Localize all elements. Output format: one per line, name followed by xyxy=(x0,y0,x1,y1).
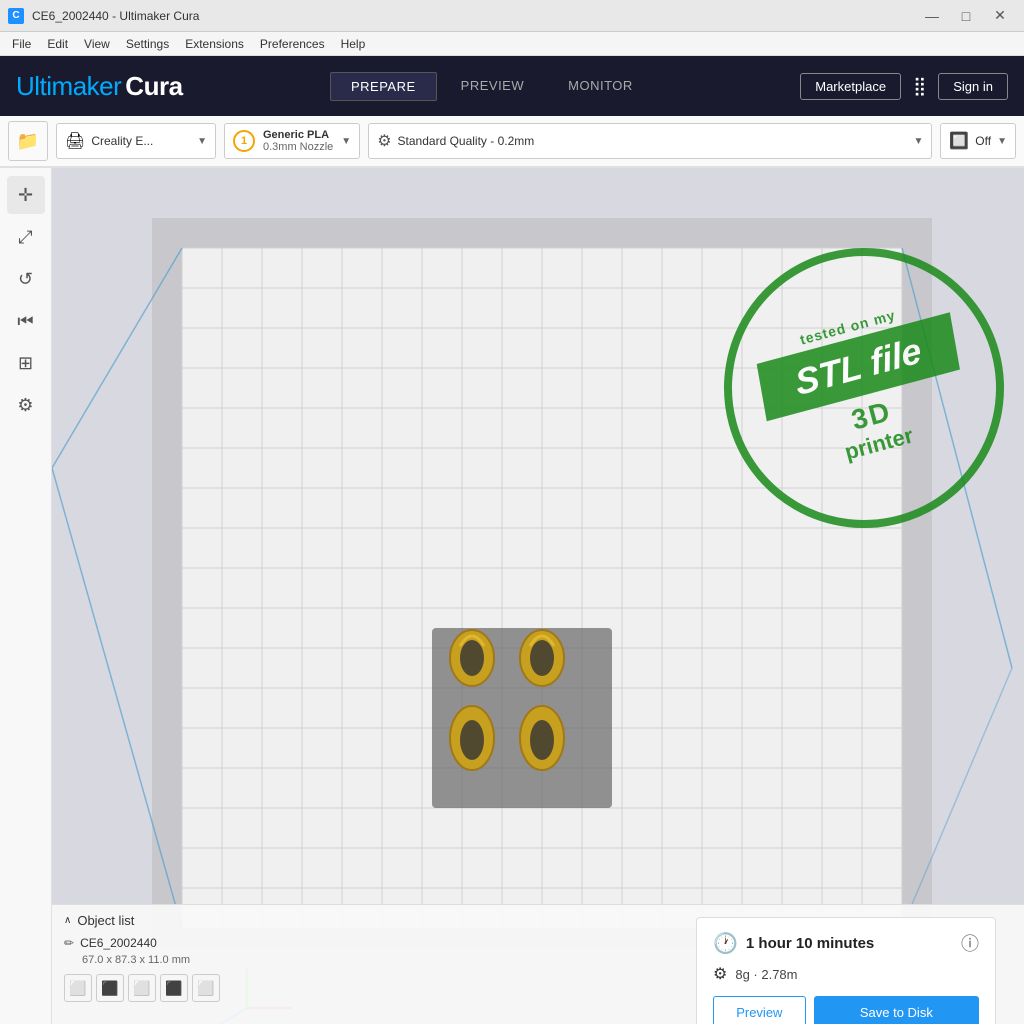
print-actions: Preview Save to Disk xyxy=(713,996,979,1024)
maximize-button[interactable]: □ xyxy=(950,4,982,28)
toolbar: 📁 🖨 Creality E... ▼ 1 Generic PLA 0.3mm … xyxy=(0,116,1024,168)
menu-file[interactable]: File xyxy=(4,35,39,53)
mirror-tool-button[interactable]: ⏮ xyxy=(7,302,45,340)
print-time-row: 🕐 1 hour 10 minutes ⓘ xyxy=(713,930,979,956)
rotate-tool-button[interactable]: ↺ xyxy=(7,260,45,298)
move-icon: ✛ xyxy=(18,185,33,206)
header-right: Marketplace ⣿ Sign in xyxy=(800,72,1008,101)
viewport[interactable]: tested on my STL file 3D printer ∧ Objec… xyxy=(52,168,1024,1024)
material-icon: ⚙ xyxy=(713,964,727,984)
print-material-row: ⚙ 8g · 2.78m xyxy=(713,964,979,984)
quality-selector[interactable]: ⚙ Standard Quality - 0.2mm ▼ xyxy=(368,123,932,159)
quality-dropdown-arrow: ▼ xyxy=(913,136,923,147)
app-icon: C xyxy=(8,8,24,24)
window-title: CE6_2002440 - Ultimaker Cura xyxy=(32,9,199,23)
object-cube-icon-3[interactable]: ⬜ xyxy=(128,974,156,1002)
preview-button[interactable]: Preview xyxy=(713,996,806,1024)
printer-icon: 🖨 xyxy=(65,131,85,151)
nozzle-number-icon: 1 xyxy=(233,130,255,152)
print-panel: 🕐 1 hour 10 minutes ⓘ ⚙ 8g · 2.78m Previ… xyxy=(696,917,996,1024)
nozzle-dropdown-arrow: ▼ xyxy=(341,136,351,147)
object-cube-icon-1[interactable]: ⬜ xyxy=(64,974,92,1002)
menu-preferences[interactable]: Preferences xyxy=(252,35,333,53)
tab-prepare[interactable]: PREPARE xyxy=(330,72,437,101)
menu-extensions[interactable]: Extensions xyxy=(177,35,252,53)
object-icons: ⬜ ⬛ ⬜ ⬛ ⬜ xyxy=(64,974,696,1002)
quality-icon: ⚙ xyxy=(377,131,391,151)
object-cube-icon-5[interactable]: ⬜ xyxy=(192,974,220,1002)
printer-dropdown-arrow: ▼ xyxy=(197,136,207,147)
logo-ultimaker: Ultimaker xyxy=(16,71,121,102)
group-icon: ⊞ xyxy=(18,353,33,374)
main-content: ✛ ⤢ ↺ ⏮ ⊞ ⚙ xyxy=(0,168,1024,1024)
scale-icon: ⤢ xyxy=(18,227,32,248)
object-name-row: ✏ CE6_2002440 xyxy=(64,936,696,950)
print-time-label: 1 hour 10 minutes xyxy=(746,935,874,952)
marketplace-button[interactable]: Marketplace xyxy=(800,73,901,100)
menu-help[interactable]: Help xyxy=(333,35,374,53)
nozzle-material: Generic PLA xyxy=(263,129,333,141)
save-to-disk-button[interactable]: Save to Disk xyxy=(814,996,979,1024)
app-logo: Ultimaker Cura xyxy=(16,71,183,102)
open-folder-button[interactable]: 📁 xyxy=(8,121,48,161)
object-list-label: Object list xyxy=(77,913,134,928)
window-controls: — □ ✕ xyxy=(916,4,1016,28)
clock-icon: 🕐 xyxy=(713,931,738,956)
object-name: CE6_2002440 xyxy=(80,936,157,950)
object-info: ∧ Object list ✏ CE6_2002440 67.0 x 87.3 … xyxy=(64,913,696,1002)
bottom-panel: ∧ Object list ✏ CE6_2002440 67.0 x 87.3 … xyxy=(52,904,1024,1024)
left-sidebar: ✛ ⤢ ↺ ⏮ ⊞ ⚙ xyxy=(0,168,52,1024)
menu-settings[interactable]: Settings xyxy=(118,35,177,53)
nozzle-selector[interactable]: 1 Generic PLA 0.3mm Nozzle ▼ xyxy=(224,123,360,159)
nav-tabs: PREPARE PREVIEW MONITOR xyxy=(330,72,653,101)
signin-button[interactable]: Sign in xyxy=(938,73,1008,100)
app-header: Ultimaker Cura PREPARE PREVIEW MONITOR M… xyxy=(0,56,1024,116)
scale-tool-button[interactable]: ⤢ xyxy=(7,218,45,256)
support-tool-icon: ⚙ xyxy=(17,395,33,416)
close-button[interactable]: ✕ xyxy=(984,4,1016,28)
object-dimensions: 67.0 x 87.3 x 11.0 mm xyxy=(82,954,696,966)
menu-bar: File Edit View Settings Extensions Prefe… xyxy=(0,32,1024,56)
printer-selector[interactable]: 🖨 Creality E... ▼ xyxy=(56,123,216,159)
material-label: 8g · 2.78m xyxy=(735,967,797,982)
mirror-icon: ⏮ xyxy=(17,311,33,332)
folder-icon: 📁 xyxy=(17,131,39,152)
printer-name: Creality E... xyxy=(91,134,153,148)
support-icon: 🔲 xyxy=(949,131,969,151)
object-cube-icon-4[interactable]: ⬛ xyxy=(160,974,188,1002)
menu-view[interactable]: View xyxy=(76,35,118,53)
tab-monitor[interactable]: MONITOR xyxy=(548,72,653,101)
support-selector[interactable]: 🔲 Off ▼ xyxy=(940,123,1016,159)
support-label: Off xyxy=(975,134,991,148)
quality-label: Standard Quality - 0.2mm xyxy=(398,134,535,148)
minimize-button[interactable]: — xyxy=(916,4,948,28)
tab-preview[interactable]: PREVIEW xyxy=(441,72,544,101)
grid-icon[interactable]: ⣿ xyxy=(909,72,930,101)
menu-edit[interactable]: Edit xyxy=(39,35,76,53)
object-cube-icon-2[interactable]: ⬛ xyxy=(96,974,124,1002)
rotate-icon: ↺ xyxy=(18,269,33,290)
title-bar: C CE6_2002440 - Ultimaker Cura — □ ✕ xyxy=(0,0,1024,32)
object-list-header[interactable]: ∧ Object list xyxy=(64,913,696,928)
move-tool-button[interactable]: ✛ xyxy=(7,176,45,214)
nozzle-size: 0.3mm Nozzle xyxy=(263,141,333,153)
group-tool-button[interactable]: ⊞ xyxy=(7,344,45,382)
edit-icon: ✏ xyxy=(64,936,74,950)
info-icon[interactable]: ⓘ xyxy=(961,930,979,956)
support-tool-button[interactable]: ⚙ xyxy=(7,386,45,424)
logo-cura: Cura xyxy=(125,71,182,102)
support-dropdown-arrow: ▼ xyxy=(997,136,1007,147)
chevron-up-icon: ∧ xyxy=(64,915,71,926)
nozzle-info: Generic PLA 0.3mm Nozzle xyxy=(263,129,333,153)
